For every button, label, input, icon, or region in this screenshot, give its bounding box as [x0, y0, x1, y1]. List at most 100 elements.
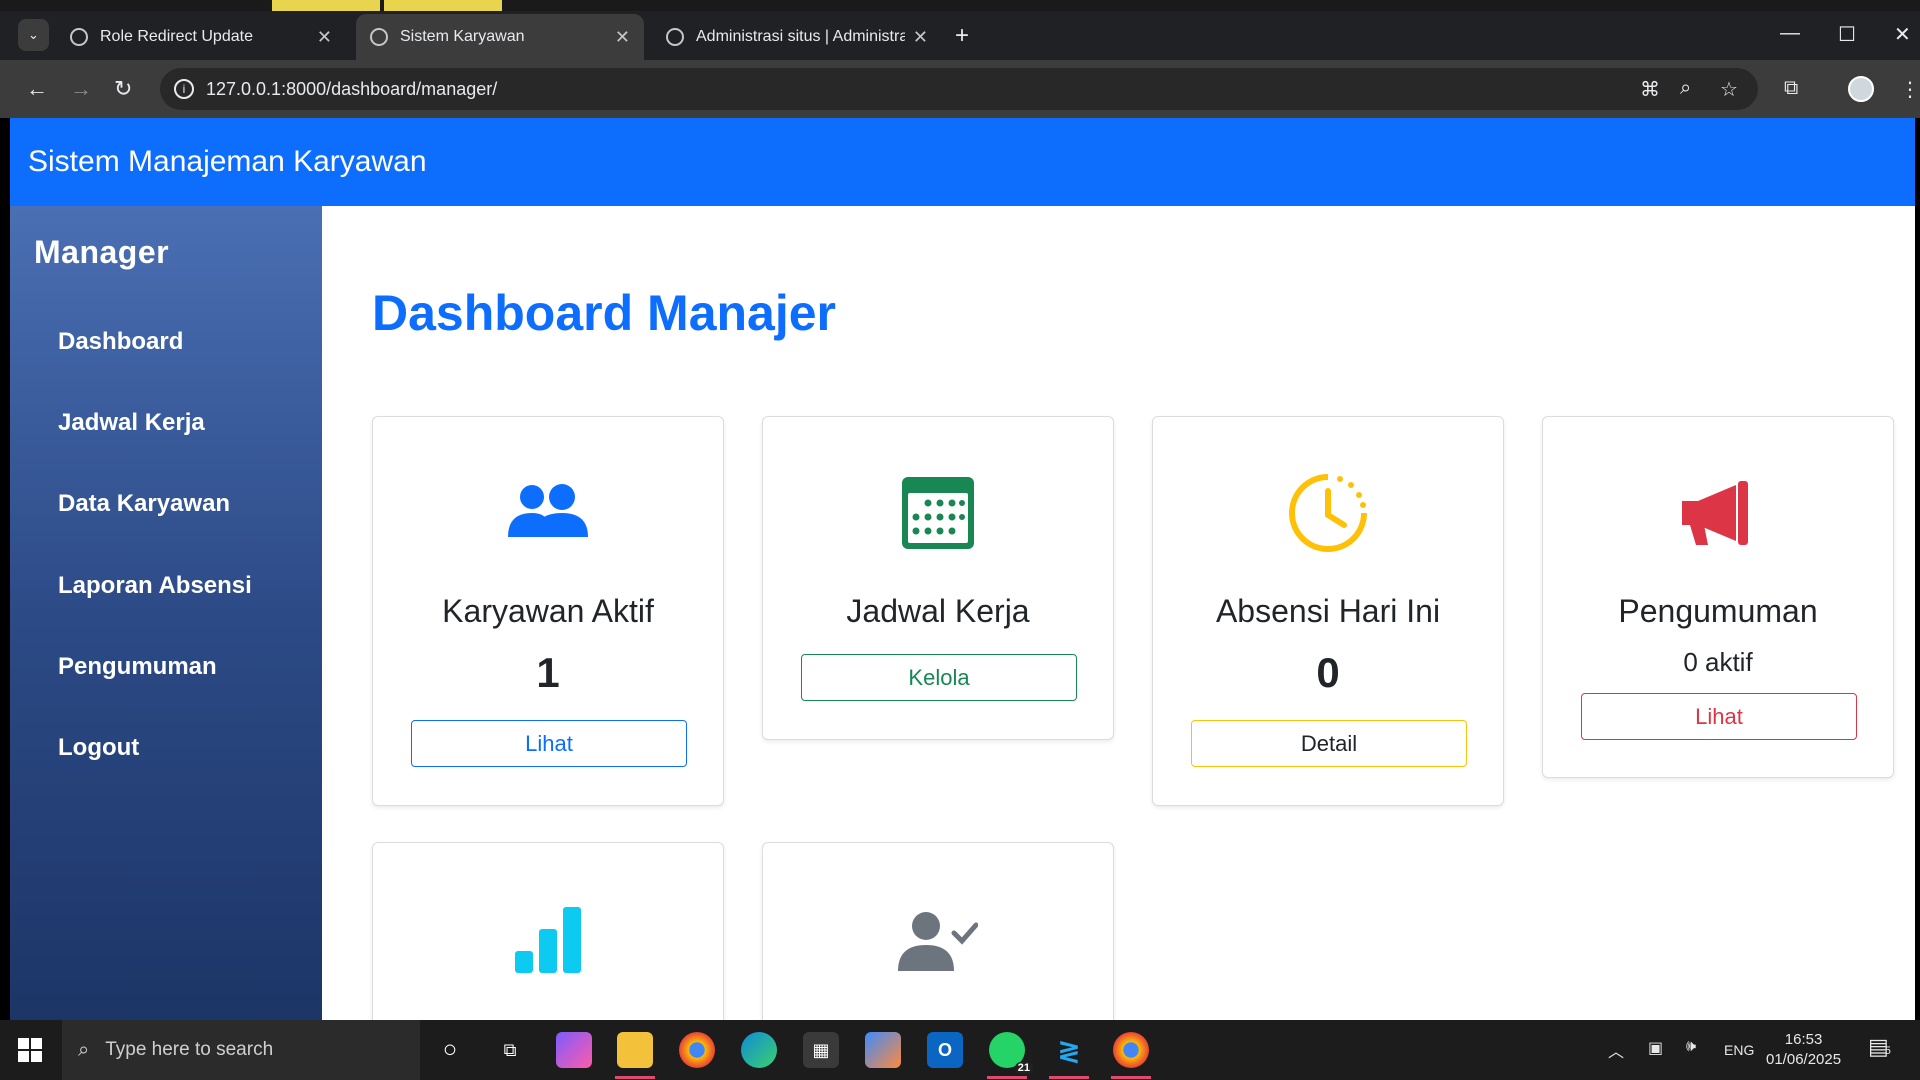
edge-icon[interactable] [741, 1032, 777, 1068]
sidebar: Manager Dashboard Jadwal Kerja Data Kary… [10, 206, 322, 1020]
card-pengumuman: Pengumuman 0 aktif Lihat [1542, 416, 1894, 778]
store-icon[interactable]: ▦ [803, 1032, 839, 1068]
user-check-icon [763, 911, 1113, 971]
address-bar[interactable]: i 127.0.0.1:8000/dashboard/manager/ [160, 68, 1758, 110]
main-content: Dashboard Manajer Karyawan Aktif 1 Lihat [322, 206, 1915, 1020]
m365-icon[interactable] [556, 1032, 592, 1068]
tab-sistem-karyawan[interactable]: Sistem Karyawan ✕ [356, 14, 644, 60]
url-text: 127.0.0.1:8000/dashboard/manager/ [206, 78, 498, 99]
card-value: 0 [1316, 649, 1340, 696]
clock-icon [1153, 473, 1503, 553]
globe-icon [666, 28, 684, 46]
time: 16:53 [1784, 1031, 1823, 1048]
lihat-pengumuman-button[interactable]: Lihat [1581, 693, 1857, 740]
megaphone-icon [1543, 479, 1893, 549]
sidebar-item-logout[interactable]: Logout [58, 734, 139, 762]
app-title: Sistem Manajeman Karyawan [28, 145, 427, 178]
card-title: Karyawan Aktif [442, 593, 654, 629]
chrome-icon[interactable] [679, 1032, 715, 1068]
language-indicator[interactable]: ENG [1724, 1042, 1754, 1058]
taskbar-search-input[interactable]: ⌕ Type here to search [62, 1020, 420, 1080]
page-title: Dashboard Manajer [372, 285, 837, 341]
card-value: 1 [536, 649, 560, 696]
top-edge [0, 0, 1920, 11]
card-absensi-hari-ini: Absensi Hari Ini 0 Detail [1152, 416, 1504, 806]
sidebar-item-pengumuman[interactable]: Pengumuman [58, 653, 217, 681]
card-title: Jadwal Kerja [846, 593, 1030, 629]
minimize-icon[interactable]: — [1780, 22, 1800, 45]
card-karyawan-aktif: Karyawan Aktif 1 Lihat [372, 416, 724, 806]
translate-icon[interactable]: ⌘ [1640, 77, 1660, 102]
cortana-icon[interactable]: ○ [432, 1032, 468, 1068]
volume-icon[interactable]: 🕪 [1686, 1038, 1696, 1056]
meet-now-icon[interactable]: ▣ [1648, 1038, 1663, 1058]
globe-icon [370, 28, 388, 46]
card-subtitle: 0 aktif [1683, 647, 1753, 677]
sidebar-item-laporan-absensi[interactable]: Laporan Absensi [58, 572, 252, 600]
chrome-active-icon[interactable] [1113, 1032, 1149, 1068]
reload-icon[interactable]: ↻ [114, 76, 132, 102]
back-icon[interactable]: ← [26, 76, 48, 102]
bar-chart-icon [373, 905, 723, 975]
card-title: Pengumuman [1618, 593, 1818, 629]
kelola-jadwal-button[interactable]: Kelola [801, 654, 1077, 701]
vscode-icon[interactable]: ≷ [1051, 1032, 1087, 1068]
active-indicator [615, 1076, 655, 1079]
tab-administrasi[interactable]: Administrasi situs | Administrasi ✕ [652, 14, 942, 60]
maximize-icon[interactable]: ☐ [1838, 22, 1856, 47]
close-tab-icon[interactable]: ✕ [615, 27, 630, 48]
notifications-icon[interactable]: ▤5 [1868, 1034, 1891, 1060]
lihat-karyawan-button[interactable]: Lihat [411, 720, 687, 767]
app-header: Sistem Manajeman Karyawan [10, 118, 1915, 206]
whatsapp-badge: 21 [1014, 1062, 1033, 1074]
task-view-icon[interactable]: ⧉ [492, 1032, 528, 1068]
windows-start-icon[interactable] [18, 1038, 42, 1067]
active-indicator [987, 1076, 1027, 1079]
active-indicator [1049, 1076, 1089, 1079]
calendar-icon [763, 475, 1113, 551]
clock[interactable]: 16:53 01/06/2025 [1766, 1030, 1841, 1070]
outlook-icon[interactable]: O [927, 1032, 963, 1068]
favicon-icon [70, 28, 88, 46]
detail-absensi-button[interactable]: Detail [1191, 720, 1467, 767]
browser-toolbar: ← → ↻ i 127.0.0.1:8000/dashboard/manager… [0, 60, 1920, 118]
menu-icon[interactable]: ⋮ [1900, 77, 1920, 102]
close-tab-icon[interactable]: ✕ [317, 27, 332, 48]
close-window-icon[interactable]: ✕ [1894, 22, 1911, 47]
top-edge-mark [384, 0, 502, 11]
bookmark-star-icon[interactable]: ☆ [1720, 77, 1738, 102]
extensions-icon[interactable]: ⧉ [1784, 77, 1798, 100]
sidebar-item-jadwal-kerja[interactable]: Jadwal Kerja [58, 409, 205, 437]
notification-count: 5 [1884, 1045, 1891, 1057]
tab-title: Role Redirect Update [100, 28, 253, 45]
page-viewport: Sistem Manajeman Karyawan Manager Dashbo… [10, 118, 1915, 1020]
whatsapp-icon[interactable]: 21 [989, 1032, 1033, 1074]
card-data-karyawan [762, 842, 1114, 1020]
top-edge-mark [272, 0, 380, 11]
tab-search-button[interactable]: ⌄ [18, 19, 49, 51]
show-hidden-icons[interactable]: ︿ [1608, 1038, 1624, 1062]
site-info-icon[interactable]: i [174, 79, 194, 99]
taskbar: ⌕ Type here to search ○ ⧉ ▦ O 21 ≷ ︿ ▣ 🕪… [0, 1020, 1920, 1080]
search-icon: ⌕ [78, 1038, 90, 1061]
tab-title: Administrasi situs | Administrasi [696, 28, 905, 45]
close-tab-icon[interactable]: ✕ [913, 27, 928, 48]
sidebar-item-dashboard[interactable]: Dashboard [58, 328, 183, 356]
tab-role-redirect[interactable]: Role Redirect Update ✕ [56, 14, 346, 60]
users-icon [373, 481, 723, 541]
card-laporan [372, 842, 724, 1020]
browser-tabstrip: ⌄ Role Redirect Update ✕ Sistem Karyawan… [0, 0, 1920, 60]
search-placeholder: Type here to search [105, 1039, 274, 1060]
profile-avatar[interactable] [1848, 76, 1874, 102]
card-jadwal-kerja: Jadwal Kerja Kelola [762, 416, 1114, 740]
tab-title: Sistem Karyawan [400, 28, 525, 45]
card-title: Absensi Hari Ini [1215, 593, 1441, 629]
active-indicator [1111, 1076, 1151, 1079]
sidebar-item-data-karyawan[interactable]: Data Karyawan [58, 490, 230, 518]
new-tab-button[interactable]: + [955, 22, 969, 50]
forward-icon[interactable]: → [70, 76, 92, 102]
date: 01/06/2025 [1766, 1051, 1842, 1068]
copilot-icon[interactable] [865, 1032, 901, 1068]
zoom-icon[interactable]: ⌕ [1680, 77, 1691, 100]
file-explorer-icon[interactable] [617, 1032, 653, 1068]
